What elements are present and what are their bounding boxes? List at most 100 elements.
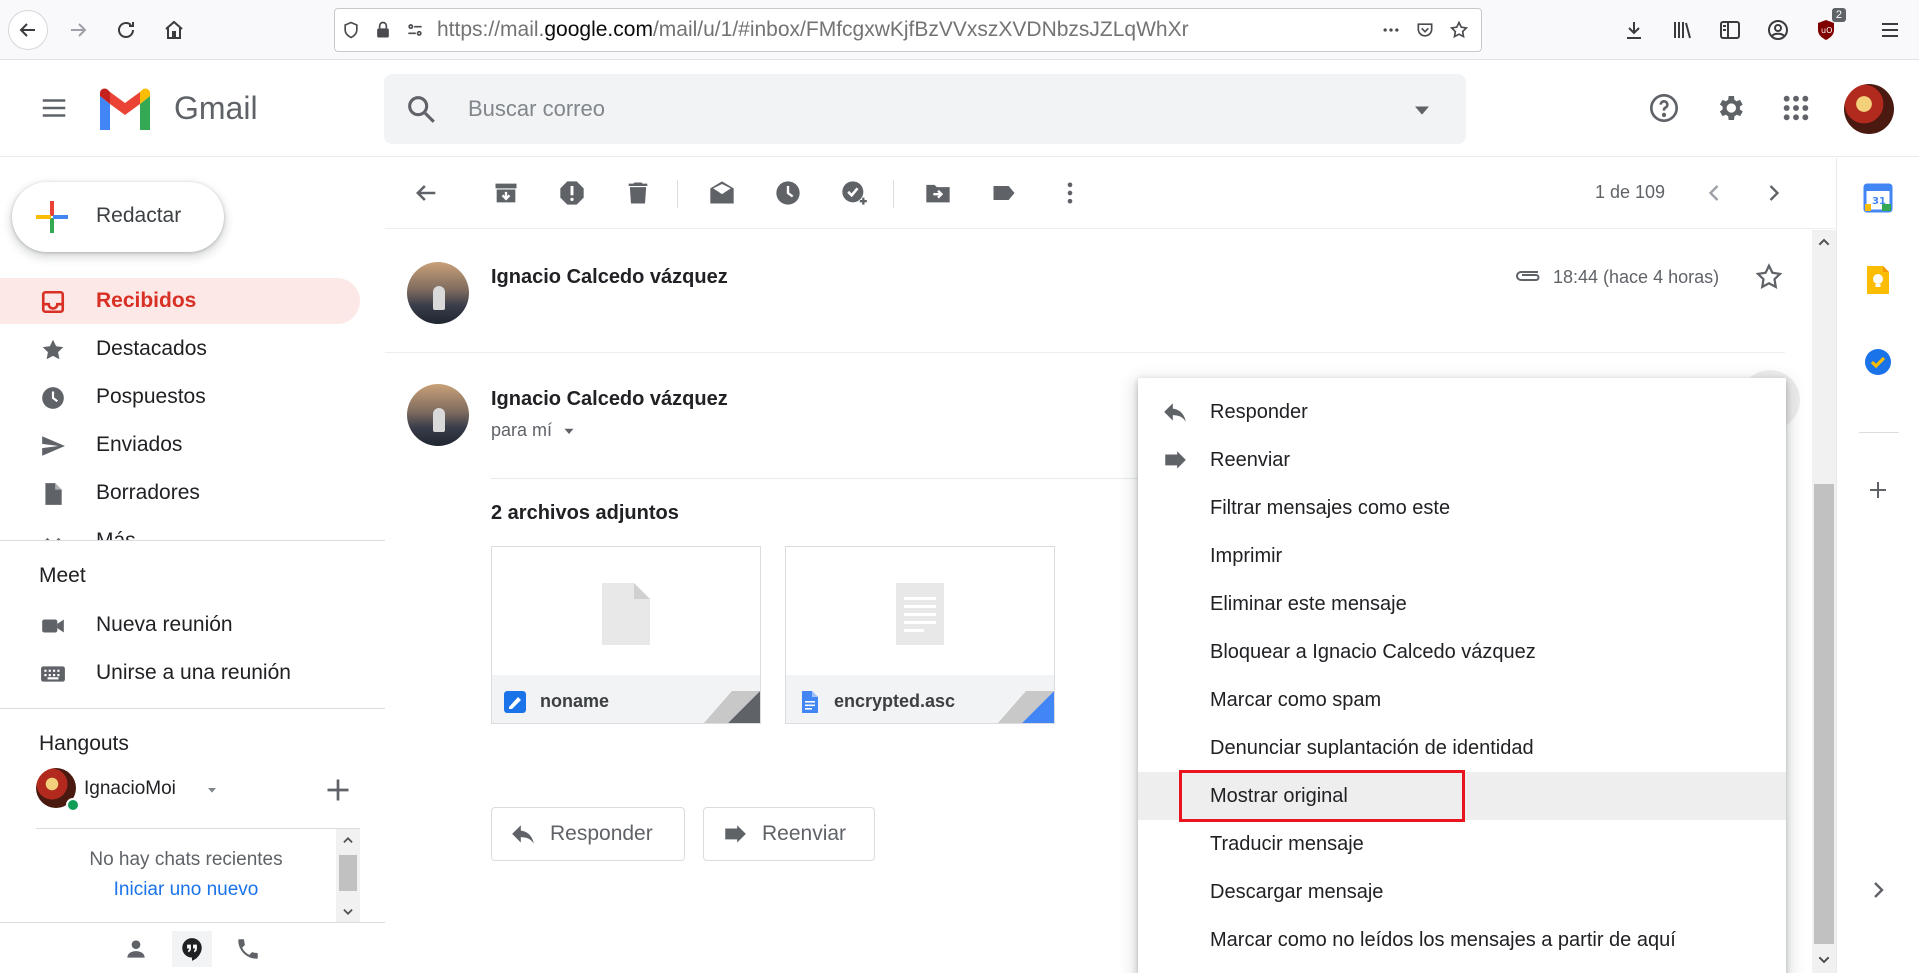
sidebar-icon[interactable] <box>1710 10 1750 50</box>
add-chat-icon[interactable] <box>320 772 356 808</box>
nav-item-sent[interactable]: Enviados <box>0 422 360 468</box>
search-icon[interactable] <box>404 92 438 126</box>
move-to-icon[interactable] <box>921 176 955 210</box>
menu-item-translate[interactable]: Traducir mensaje <box>1138 820 1786 868</box>
sender-name[interactable]: Ignacio Calcedo vázquez <box>491 388 728 411</box>
search-input[interactable] <box>468 94 1368 124</box>
menu-item-report-spam[interactable]: Marcar como spam <box>1138 676 1786 724</box>
bookmark-star-icon[interactable] <box>1443 8 1475 52</box>
back-icon[interactable] <box>8 10 48 50</box>
hamburger-menu-icon[interactable] <box>1870 10 1910 50</box>
nav-item-drafts[interactable]: Borradores <box>0 470 360 516</box>
keep-icon[interactable] <box>1858 260 1898 300</box>
url-text[interactable]: https://mail.google.com/mail/u/1/#inbox/… <box>431 18 1375 42</box>
menu-item-mark-unread-from-here[interactable]: Marcar como no leídos los mensajes a par… <box>1138 916 1786 964</box>
scroll-thumb[interactable] <box>339 855 357 891</box>
search-box[interactable] <box>384 74 1466 144</box>
nav-item-snoozed[interactable]: Pospuestos <box>0 374 360 420</box>
main-scrollbar[interactable] <box>1812 230 1836 973</box>
star-icon <box>42 339 64 360</box>
menu-item-reply[interactable]: Responder <box>1138 388 1786 436</box>
account-icon[interactable] <box>1758 10 1798 50</box>
nav-item-more[interactable]: Más <box>0 518 360 540</box>
url-bar[interactable]: https://mail.google.com/mail/u/1/#inbox/… <box>334 8 1482 52</box>
more-vert-icon[interactable] <box>1053 176 1087 210</box>
contacts-tab-icon[interactable] <box>116 931 156 967</box>
gmail-wordmark[interactable]: Gmail <box>174 90 258 127</box>
compose-button[interactable]: Redactar <box>12 182 224 252</box>
menu-item-forward[interactable]: Reenviar <box>1138 436 1786 484</box>
shield-icon[interactable] <box>335 8 367 52</box>
recipient-text[interactable]: para mí <box>491 420 552 441</box>
older-chevron-right-icon[interactable] <box>1757 176 1791 210</box>
sender-name[interactable]: Ignacio Calcedo vázquez <box>491 266 728 289</box>
star-outline-icon[interactable] <box>1754 262 1784 292</box>
start-new-chat-link[interactable]: Iniciar uno nuevo <box>36 879 336 901</box>
newer-chevron-left-icon[interactable] <box>1697 176 1731 210</box>
permissions-icon[interactable] <box>399 8 431 52</box>
settings-gear-icon[interactable] <box>1706 84 1754 132</box>
ublock-icon[interactable]: uO 2 <box>1806 8 1846 50</box>
forward-button-label: Reenviar <box>762 822 847 845</box>
gmail-logo-icon[interactable] <box>96 86 154 132</box>
help-icon[interactable] <box>1640 84 1688 132</box>
menu-item-delete[interactable]: Eliminar este mensaje <box>1138 580 1786 628</box>
tasks-icon[interactable] <box>1858 342 1898 382</box>
search-options-caret-icon[interactable] <box>1408 96 1436 124</box>
chat-list: No hay chats recientes Iniciar uno nuevo <box>36 828 360 923</box>
get-addons-plus-icon[interactable] <box>1858 470 1898 510</box>
menu-item-show-original[interactable]: Mostrar original <box>1138 772 1786 820</box>
report-spam-icon[interactable] <box>555 176 589 210</box>
forward-button[interactable]: Reenviar <box>703 807 875 861</box>
scroll-down-icon[interactable] <box>341 905 355 919</box>
reply-button[interactable]: Responder <box>491 807 685 861</box>
more-actions-icon[interactable] <box>1375 8 1407 52</box>
main-menu-icon[interactable] <box>30 84 78 132</box>
menu-item-download[interactable]: Descargar mensaje <box>1138 868 1786 916</box>
menu-item-label: Traducir mensaje <box>1210 833 1364 855</box>
recipient-details-caret-icon[interactable] <box>560 422 578 440</box>
attachment-card[interactable]: encrypted.asc <box>785 546 1055 724</box>
nav-item-inbox[interactable]: Recibidos <box>0 278 360 324</box>
menu-item-filter[interactable]: Filtrar mensajes como este <box>1138 484 1786 532</box>
delete-trash-icon[interactable] <box>621 176 655 210</box>
downloads-icon[interactable] <box>1614 10 1654 50</box>
attachment-card[interactable]: noname <box>491 546 761 724</box>
mark-unread-icon[interactable] <box>705 176 739 210</box>
archive-icon[interactable] <box>489 176 523 210</box>
sender-avatar[interactable] <box>407 262 469 324</box>
hangouts-tab-icon[interactable] <box>172 931 212 967</box>
forward-arrow-icon <box>725 825 746 843</box>
new-meeting-item[interactable]: Nueva reunión <box>0 602 360 648</box>
phone-tab-icon[interactable] <box>228 931 268 967</box>
join-meeting-item[interactable]: Unirse a una reunión <box>0 650 360 696</box>
account-avatar[interactable] <box>1844 84 1894 134</box>
add-to-tasks-icon[interactable] <box>837 176 871 210</box>
pocket-icon[interactable] <box>1409 8 1441 52</box>
label-tag-icon[interactable] <box>987 176 1021 210</box>
reload-icon[interactable] <box>106 10 146 50</box>
menu-item-block-sender[interactable]: Bloquear a Ignacio Calcedo vázquez <box>1138 628 1786 676</box>
lock-icon[interactable] <box>367 8 399 52</box>
show-side-panel-chevron-icon[interactable] <box>1858 870 1898 910</box>
scroll-down-icon[interactable] <box>1816 952 1832 968</box>
menu-item-report-phishing[interactable]: Denunciar suplantación de identidad <box>1138 724 1786 772</box>
hangouts-user[interactable]: IgnacioMoi <box>36 768 356 814</box>
caret-down-icon[interactable] <box>204 782 220 798</box>
nav-item-starred[interactable]: Destacados <box>0 326 360 372</box>
sender-avatar[interactable] <box>407 384 469 446</box>
calendar-icon[interactable]: 31 <box>1858 178 1898 218</box>
back-to-inbox-icon[interactable] <box>409 176 443 210</box>
scroll-thumb[interactable] <box>1814 484 1834 944</box>
apps-grid-icon[interactable] <box>1772 84 1820 132</box>
compose-label: Redactar <box>96 204 182 227</box>
library-icon[interactable] <box>1662 10 1702 50</box>
chat-scrollbar[interactable] <box>336 829 360 923</box>
snooze-clock-icon[interactable] <box>771 176 805 210</box>
scroll-up-icon[interactable] <box>341 833 355 847</box>
scroll-up-icon[interactable] <box>1816 234 1832 250</box>
forward-icon[interactable] <box>58 10 98 50</box>
menu-item-print[interactable]: Imprimir <box>1138 532 1786 580</box>
home-icon[interactable] <box>154 10 194 50</box>
menu-item-label: Eliminar este mensaje <box>1210 593 1407 615</box>
